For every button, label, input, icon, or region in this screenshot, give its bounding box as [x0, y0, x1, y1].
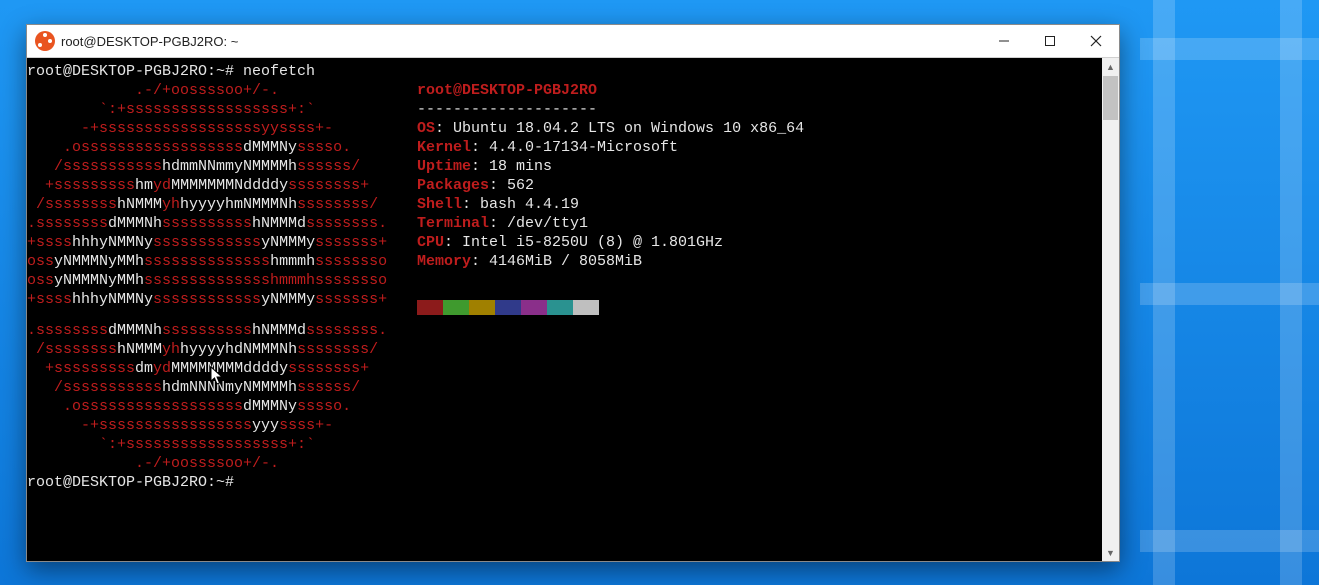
ascii-art-line: `:+ssssssssssssssssss+:`: [27, 100, 417, 119]
neofetch-row: .-/+oossssoo+/-.root@DESKTOP-PGBJ2RO: [27, 81, 1096, 100]
ascii-art-line: .ossssssssssssssssssdMMMNysssso.: [27, 138, 417, 157]
neofetch-row: /sssssssshNMMMyhhyyyyhdNMMMNhssssssss/: [27, 340, 1096, 359]
terminal-client-area[interactable]: root@DESKTOP-PGBJ2RO:~# neofetch .-/+oos…: [27, 58, 1119, 561]
neofetch-user-host: root@DESKTOP-PGBJ2RO: [417, 82, 597, 99]
neofetch-row: /sssssssshNMMMyhhyyyyhmNMMMNhssssssss/Sh…: [27, 195, 1096, 214]
neofetch-row: .-/+oossssoo+/-.: [27, 454, 1096, 473]
neofetch-info-line: CPU: Intel i5-8250U (8) @ 1.801GHz: [417, 233, 723, 252]
color-swatch: [417, 300, 443, 315]
neofetch-info-line: [417, 290, 599, 321]
ascii-art-line: ossyNMMMNyMMhsssssssssssssshmmmhssssssso: [27, 271, 417, 290]
neofetch-row: `:+ssssssssssssssssss+:`----------------…: [27, 100, 1096, 119]
neofetch-info-line: Shell: bash 4.4.19: [417, 195, 579, 214]
terminal-output[interactable]: root@DESKTOP-PGBJ2RO:~# neofetch .-/+oos…: [27, 58, 1102, 561]
neofetch-row: ossyNMMMNyMMhsssssssssssssshmmmhssssssso: [27, 271, 1096, 290]
neofetch-info-line: root@DESKTOP-PGBJ2RO: [417, 81, 597, 100]
neofetch-row: .ssssssssdMMMNhsssssssssshNMMMdssssssss.…: [27, 214, 1096, 233]
ascii-art-line: .-/+oossssoo+/-.: [27, 81, 417, 100]
color-swatch: [443, 300, 469, 315]
color-swatch: [573, 300, 599, 315]
win10-logo-horizontal-stripe: [1140, 530, 1319, 552]
neofetch-row: +sssssssssdmydMMMMMMMMddddyssssssss+: [27, 359, 1096, 378]
ascii-art-line: +sssshhhyNMMNyssssssssssssyNMMMysssssss+: [27, 290, 417, 321]
window-controls: [981, 25, 1119, 57]
value-terminal: : /dev/tty1: [489, 215, 588, 232]
value-uptime: : 18 mins: [471, 158, 552, 175]
desktop-background: root@DESKTOP-PGBJ2RO: ~ root@DESKTOP-PGB…: [0, 0, 1319, 585]
ascii-art-line: +sssshhhyNMMNyssssssssssssyNMMMysssssss+: [27, 233, 417, 252]
ascii-art-line: +sssssssssdmydMMMMMMMMddddyssssssss+: [27, 359, 417, 378]
value-memory: : 4146MiB / 8058MiB: [471, 253, 642, 270]
scroll-up-arrow-icon[interactable]: ▲: [1102, 58, 1119, 75]
neofetch-separator: --------------------: [417, 101, 597, 118]
neofetch-info-line: OS: Ubuntu 18.04.2 LTS on Windows 10 x86…: [417, 119, 804, 138]
color-swatch: [495, 300, 521, 315]
color-swatch: [547, 300, 573, 315]
ascii-art-line: /ssssssssssshdmNNNNmyNMMMMhssssss/: [27, 378, 417, 397]
neofetch-row: ossyNMMMNyMMhsssssssssssssshmmmhssssssso…: [27, 252, 1096, 271]
prompt-line: root@DESKTOP-PGBJ2RO:~# neofetch: [27, 62, 1096, 81]
neofetch-row: +sssshhhyNMMNyssssssssssssyNMMMysssssss+…: [27, 233, 1096, 252]
maximize-button[interactable]: [1027, 25, 1073, 57]
value-os: : Ubuntu 18.04.2 LTS on Windows 10 x86_6…: [435, 120, 804, 137]
ascii-art-line: +ssssssssshmydMMMMMMMNddddyssssssss+: [27, 176, 417, 195]
ascii-art-line: .ssssssssdMMMNhsssssssssshNMMMdssssssss.: [27, 321, 417, 340]
neofetch-info-line: Terminal: /dev/tty1: [417, 214, 588, 233]
label-shell: Shell: [417, 196, 462, 213]
terminal-window: root@DESKTOP-PGBJ2RO: ~ root@DESKTOP-PGB…: [26, 24, 1120, 562]
neofetch-info-line: Memory: 4146MiB / 8058MiB: [417, 252, 642, 271]
neofetch-row: .ossssssssssssssssssdMMMNysssso.Kernel: …: [27, 138, 1096, 157]
prompt-line: root@DESKTOP-PGBJ2RO:~#: [27, 473, 1096, 492]
win10-logo-horizontal-stripe: [1140, 38, 1319, 60]
label-uptime: Uptime: [417, 158, 471, 175]
ascii-art-line: /sssssssshNMMMyhhyyyyhdNMMMNhssssssss/: [27, 340, 417, 359]
neofetch-row: -+ssssssssssssssssssyyssss+-OS: Ubuntu 1…: [27, 119, 1096, 138]
ascii-art-line: /ssssssssssshdmmNNmmyNMMMMhssssss/: [27, 157, 417, 176]
titlebar[interactable]: root@DESKTOP-PGBJ2RO: ~: [27, 25, 1119, 58]
label-os: OS: [417, 120, 435, 137]
scroll-thumb[interactable]: [1103, 76, 1118, 120]
ascii-art-line: -+sssssssssssssssssyyyssss+-: [27, 416, 417, 435]
close-button[interactable]: [1073, 25, 1119, 57]
ascii-art-line: ossyNMMMNyMMhsssssssssssssshmmmhssssssso: [27, 252, 417, 271]
prompt-text: root@DESKTOP-PGBJ2RO:~# neofetch: [27, 63, 315, 80]
neofetch-info-line: Uptime: 18 mins: [417, 157, 552, 176]
neofetch-row: .ssssssssdMMMNhsssssssssshNMMMdssssssss.: [27, 321, 1096, 340]
ascii-art-line: /sssssssshNMMMyhhyyyyhmNMMMNhssssssss/: [27, 195, 417, 214]
ascii-art-line: .ssssssssdMMMNhsssssssssshNMMMdssssssss.: [27, 214, 417, 233]
label-cpu: CPU: [417, 234, 444, 251]
ascii-art-line: -+ssssssssssssssssssyyssss+-: [27, 119, 417, 138]
prompt-text: root@DESKTOP-PGBJ2RO:~#: [27, 474, 243, 491]
value-cpu: : Intel i5-8250U (8) @ 1.801GHz: [444, 234, 723, 251]
vertical-scrollbar[interactable]: ▲ ▼: [1102, 58, 1119, 561]
value-kernel: : 4.4.0-17134-Microsoft: [471, 139, 678, 156]
value-shell: : bash 4.4.19: [462, 196, 579, 213]
neofetch-row: -+sssssssssssssssssyyyssss+-: [27, 416, 1096, 435]
neofetch-row: /ssssssssssshdmNNNNmyNMMMMhssssss/: [27, 378, 1096, 397]
neofetch-row: `:+ssssssssssssssssss+:`: [27, 435, 1096, 454]
neofetch-row: +ssssssssshmydMMMMMMMNddddyssssssss+Pack…: [27, 176, 1096, 195]
neofetch-info-line: Kernel: 4.4.0-17134-Microsoft: [417, 138, 678, 157]
label-terminal: Terminal: [417, 215, 489, 232]
neofetch-row: +sssshhhyNMMNyssssssssssssyNMMMysssssss+: [27, 290, 1096, 321]
ubuntu-icon: [35, 31, 55, 51]
minimize-button[interactable]: [981, 25, 1027, 57]
neofetch-row: .ossssssssssssssssssdMMMNysssso.: [27, 397, 1096, 416]
value-packages: : 562: [489, 177, 534, 194]
label-packages: Packages: [417, 177, 489, 194]
neofetch-row: /ssssssssssshdmmNNmmyNMMMMhssssss/Uptime…: [27, 157, 1096, 176]
color-swatches: [417, 300, 599, 315]
neofetch-info-line: Packages: 562: [417, 176, 534, 195]
ascii-art-line: .ossssssssssssssssssdMMMNysssso.: [27, 397, 417, 416]
color-swatch: [521, 300, 547, 315]
scroll-down-arrow-icon[interactable]: ▼: [1102, 544, 1119, 561]
ascii-art-line: `:+ssssssssssssssssss+:`: [27, 435, 417, 454]
ascii-art-line: .-/+oossssoo+/-.: [27, 454, 417, 473]
window-title: root@DESKTOP-PGBJ2RO: ~: [61, 34, 981, 49]
label-memory: Memory: [417, 253, 471, 270]
neofetch-info-line: --------------------: [417, 100, 597, 119]
win10-logo-horizontal-stripe: [1140, 283, 1319, 305]
color-swatch: [469, 300, 495, 315]
label-kernel: Kernel: [417, 139, 471, 156]
